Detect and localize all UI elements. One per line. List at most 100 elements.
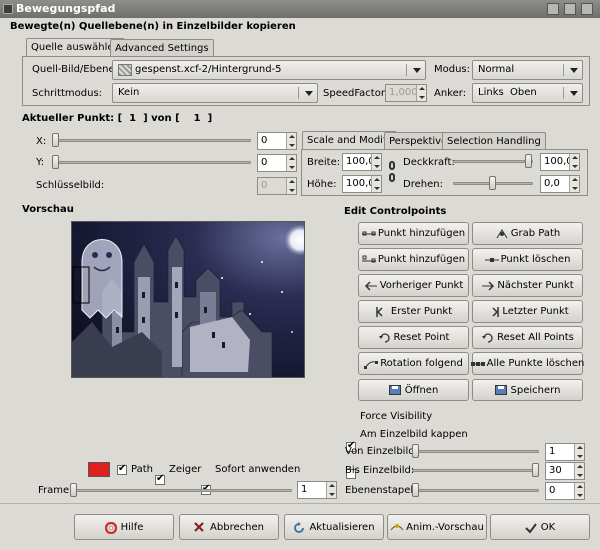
from-frame-slider-track[interactable]	[412, 450, 539, 453]
chevron-down-icon	[570, 68, 578, 73]
delete-all-points-button[interactable]: Alle Punkte löschen	[470, 352, 584, 375]
window-titlebar[interactable]: Bewegungspfad	[0, 0, 600, 18]
cancel-button[interactable]: Abbrechen	[179, 514, 279, 540]
y-spinner[interactable]: 0	[257, 154, 297, 172]
rotate-spinner[interactable]: 0,0	[540, 175, 580, 193]
ok-button[interactable]: OK	[490, 514, 590, 540]
window-menu-icon[interactable]	[3, 4, 13, 14]
add-point-button[interactable]: Punkt hinzufügen	[358, 222, 469, 245]
source-layer-value: gespenst.xcf-2/Hintergrund-5	[135, 64, 282, 75]
next-point-icon	[481, 280, 495, 291]
to-frame-slider-thumb[interactable]	[532, 463, 539, 477]
apply-immediately-label: Sofort anwenden	[215, 464, 301, 475]
pointer-checkbox[interactable]	[155, 473, 165, 485]
first-point-button[interactable]: Erster Punkt	[358, 300, 469, 323]
from-frame-slider-thumb[interactable]	[412, 444, 419, 458]
path-label: Path	[131, 464, 153, 475]
path-checkbox[interactable]	[117, 463, 127, 475]
anim-preview-icon	[390, 522, 404, 532]
opacity-spinner[interactable]: 100,0	[540, 153, 580, 171]
to-frame-slider-track[interactable]	[412, 469, 539, 472]
layer-stack-slider-track[interactable]	[412, 489, 539, 492]
layer-stack-slider-thumb[interactable]	[412, 483, 419, 497]
source-layer-select[interactable]: gespenst.xcf-2/Hintergrund-5	[112, 60, 426, 80]
help-button[interactable]: Hilfe	[74, 514, 174, 540]
anim-preview-button[interactable]: Anim.-Vorschau	[387, 514, 487, 540]
next-point-button[interactable]: Nächster Punkt	[472, 274, 583, 297]
tab-advanced-settings[interactable]: Advanced Settings	[110, 39, 214, 57]
close-icon[interactable]	[581, 3, 593, 15]
first-point-icon	[375, 306, 389, 317]
reset-all-points-icon	[481, 332, 495, 343]
insert-point-button[interactable]: Punkt hinzufügen	[358, 248, 469, 271]
frame-value: 1	[301, 484, 308, 495]
keyframe-value: 0	[261, 180, 268, 191]
ok-check-icon	[525, 522, 539, 534]
speed-factor-spinner: 1,000	[385, 84, 427, 102]
minimize-icon[interactable]	[547, 3, 559, 15]
castle-preview-image	[72, 222, 304, 377]
x-slider-thumb[interactable]	[52, 133, 59, 147]
force-visibility-label: Force Visibility	[360, 411, 433, 422]
save-button[interactable]: Speichern	[472, 379, 583, 401]
frame-label: Frame:	[38, 485, 73, 496]
opacity-label: Deckkraft:	[403, 157, 455, 168]
previous-point-button[interactable]: Vorheriger Punkt	[358, 274, 469, 297]
frame-slider-thumb[interactable]	[70, 483, 77, 497]
floppy-open-icon	[388, 385, 403, 395]
rotate-value: 0,0	[544, 178, 560, 189]
speed-factor-label: SpeedFactor:	[323, 88, 389, 99]
x-slider-track[interactable]	[52, 139, 251, 142]
from-frame-spinner[interactable]: 1	[545, 443, 585, 461]
floppy-save-icon	[494, 385, 509, 395]
tab-selection-handling[interactable]: Selection Handling	[442, 132, 546, 150]
mode-value: Normal	[478, 64, 515, 75]
to-frame-spinner[interactable]: 30	[545, 462, 585, 480]
reset-point-button[interactable]: Reset Point	[358, 326, 469, 349]
anchor-select[interactable]: Links Oben	[472, 83, 583, 103]
last-point-button[interactable]: Letzter Punkt	[472, 300, 583, 323]
layer-stack-value: 0	[549, 485, 556, 496]
opacity-slider-track[interactable]	[453, 160, 533, 163]
pointer-label: Zeiger	[169, 464, 202, 475]
path-color-button[interactable]	[88, 462, 110, 477]
mode-label: Modus:	[434, 64, 471, 75]
window-title: Bewegungspfad	[16, 2, 116, 15]
chain-link-icon[interactable]	[388, 160, 396, 184]
tab-scale-and-modify[interactable]: Scale and Modify	[302, 131, 398, 150]
x-spinner[interactable]: 0	[257, 132, 297, 150]
dialog-header: Bewegte(n) Quellebene(n) in Einzelbilder…	[10, 21, 296, 32]
layer-stack-spinner[interactable]: 0	[545, 482, 585, 500]
previous-point-icon	[364, 280, 378, 291]
frame-spinner[interactable]: 1	[297, 481, 337, 499]
reset-all-points-button[interactable]: Reset All Points	[472, 326, 583, 349]
height-spinner[interactable]: 100,0	[342, 175, 382, 193]
y-slider-track[interactable]	[52, 161, 251, 164]
opacity-slider-thumb[interactable]	[525, 154, 532, 168]
clip-to-frame-label: Am Einzelbild kappen	[360, 429, 468, 440]
rotation-follow-icon	[364, 359, 379, 369]
step-mode-select[interactable]: Kein	[112, 83, 318, 103]
add-point-icon	[361, 229, 376, 239]
preview-image[interactable]	[71, 221, 305, 378]
y-slider-thumb[interactable]	[52, 155, 59, 169]
source-label: Quell-Bild/Ebene:	[32, 64, 118, 75]
open-button[interactable]: Öffnen	[358, 379, 469, 401]
update-button[interactable]: Aktualisieren	[284, 514, 384, 540]
rotation-follow-button[interactable]: Rotation folgend	[358, 352, 469, 375]
rotate-slider-thumb[interactable]	[489, 176, 496, 190]
to-frame-value: 30	[549, 465, 562, 476]
current-point-label: Aktueller Punkt: [ 1 ] von [ 1 ]	[22, 113, 213, 124]
mode-select[interactable]: Normal	[472, 60, 583, 80]
y-label: Y:	[36, 157, 45, 168]
speed-factor-value: 1,000	[389, 87, 418, 98]
lifebuoy-icon	[104, 521, 119, 535]
footer-divider	[0, 503, 600, 504]
frame-slider-track[interactable]	[70, 489, 292, 492]
rotate-label: Drehen:	[403, 179, 443, 190]
grab-path-button[interactable]: Grab Path	[472, 222, 583, 245]
maximize-icon[interactable]	[564, 3, 576, 15]
delete-point-button[interactable]: Punkt löschen	[472, 248, 583, 271]
grab-path-icon	[495, 228, 509, 239]
width-spinner[interactable]: 100,0	[342, 153, 382, 171]
